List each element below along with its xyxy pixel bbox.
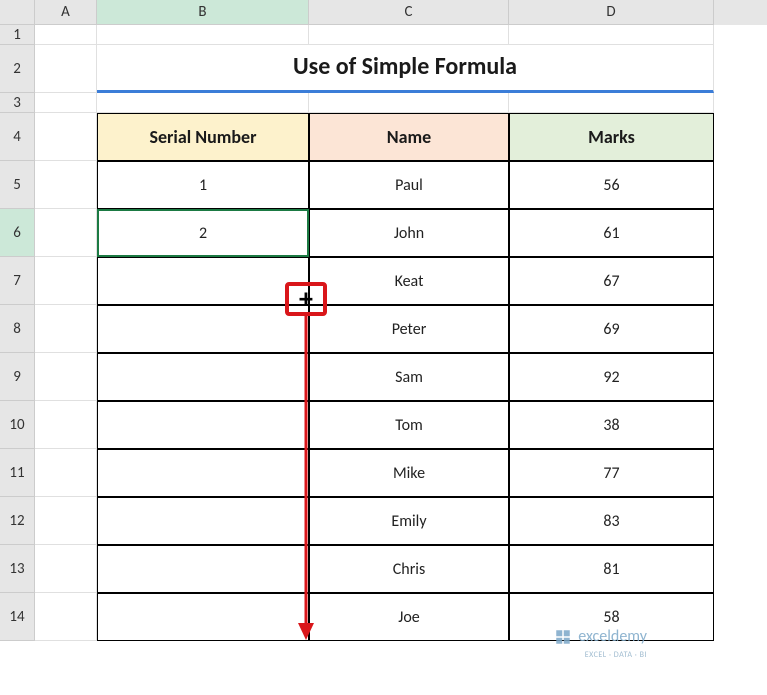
row-6: 6 2 John 61 xyxy=(0,209,767,257)
cell-B12[interactable] xyxy=(97,497,309,545)
row-header-3[interactable]: 3 xyxy=(0,93,35,113)
row-3: 3 xyxy=(0,93,767,113)
col-header-D[interactable]: D xyxy=(509,0,714,25)
row-1: 1 xyxy=(0,25,767,45)
fill-handle-highlight: + xyxy=(285,282,327,316)
cell-A12[interactable] xyxy=(35,497,97,545)
header-name[interactable]: Name xyxy=(309,113,509,161)
row-header-6[interactable]: 6 xyxy=(0,209,35,257)
row-header-2[interactable]: 2 xyxy=(0,45,35,93)
row-header-12[interactable]: 12 xyxy=(0,497,35,545)
cell-B8[interactable] xyxy=(97,305,309,353)
cell-D6[interactable]: 61 xyxy=(509,209,714,257)
row-11: 11 Mike 77 xyxy=(0,449,767,497)
cell-C8[interactable]: Peter xyxy=(309,305,509,353)
col-header-A[interactable]: A xyxy=(35,0,97,25)
cell-D3[interactable] xyxy=(509,93,714,113)
cell-B6-active[interactable]: 2 xyxy=(97,209,309,257)
cell-C1[interactable] xyxy=(309,25,509,45)
cell-D13[interactable]: 81 xyxy=(509,545,714,593)
row-8: 8 Peter 69 xyxy=(0,305,767,353)
cell-C7[interactable]: Keat xyxy=(309,257,509,305)
cell-A5[interactable] xyxy=(35,161,97,209)
cell-A14[interactable] xyxy=(35,593,97,641)
cell-C12[interactable]: Emily xyxy=(309,497,509,545)
cell-B5[interactable]: 1 xyxy=(97,161,309,209)
watermark-logo-icon xyxy=(554,628,572,646)
cell-D9[interactable]: 92 xyxy=(509,353,714,401)
cell-D11[interactable]: 77 xyxy=(509,449,714,497)
title-cell[interactable]: Use of Simple Formula xyxy=(97,45,714,93)
cell-A13[interactable] xyxy=(35,545,97,593)
watermark-text: exceldemy xyxy=(578,627,647,646)
cell-C5[interactable]: Paul xyxy=(309,161,509,209)
cell-A4[interactable] xyxy=(35,113,97,161)
cell-B13[interactable] xyxy=(97,545,309,593)
cell-B1[interactable] xyxy=(97,25,309,45)
cell-A7[interactable] xyxy=(35,257,97,305)
row-header-14[interactable]: 14 xyxy=(0,593,35,641)
row-13: 13 Chris 81 xyxy=(0,545,767,593)
cell-A1[interactable] xyxy=(35,25,97,45)
cell-B3[interactable] xyxy=(97,93,309,113)
cell-B9[interactable] xyxy=(97,353,309,401)
cell-C3[interactable] xyxy=(309,93,509,113)
row-header-13[interactable]: 13 xyxy=(0,545,35,593)
row-4: 4 Serial Number Name Marks xyxy=(0,113,767,161)
select-all-corner[interactable] xyxy=(0,0,35,25)
row-9: 9 Sam 92 xyxy=(0,353,767,401)
fill-cursor-icon[interactable]: + xyxy=(299,285,313,313)
row-12: 12 Emily 83 xyxy=(0,497,767,545)
cell-A6[interactable] xyxy=(35,209,97,257)
cell-C6[interactable]: John xyxy=(309,209,509,257)
row-header-8[interactable]: 8 xyxy=(0,305,35,353)
row-2: 2 Use of Simple Formula xyxy=(0,45,767,93)
cell-A10[interactable] xyxy=(35,401,97,449)
cell-C14[interactable]: Joe xyxy=(309,593,509,641)
cell-D5[interactable]: 56 xyxy=(509,161,714,209)
cell-B7[interactable] xyxy=(97,257,309,305)
cell-B11[interactable] xyxy=(97,449,309,497)
col-header-C[interactable]: C xyxy=(309,0,509,25)
row-header-7[interactable]: 7 xyxy=(0,257,35,305)
cell-D7[interactable]: 67 xyxy=(509,257,714,305)
cell-D12[interactable]: 83 xyxy=(509,497,714,545)
cell-D10[interactable]: 38 xyxy=(509,401,714,449)
cell-C9[interactable]: Sam xyxy=(309,353,509,401)
row-14: 14 Joe 58 xyxy=(0,593,767,641)
watermark-subtext: EXCEL · DATA · BI xyxy=(585,650,647,660)
cell-C11[interactable]: Mike xyxy=(309,449,509,497)
row-10: 10 Tom 38 xyxy=(0,401,767,449)
cell-A3[interactable] xyxy=(35,93,97,113)
row-header-1[interactable]: 1 xyxy=(0,25,35,45)
header-marks[interactable]: Marks xyxy=(509,113,714,161)
row-header-5[interactable]: 5 xyxy=(0,161,35,209)
cell-A9[interactable] xyxy=(35,353,97,401)
row-header-10[interactable]: 10 xyxy=(0,401,35,449)
spreadsheet-grid: A B C D 1 2 Use of Simple Formula 3 4 Se… xyxy=(0,0,767,641)
row-header-4[interactable]: 4 xyxy=(0,113,35,161)
row-7: 7 Keat 67 xyxy=(0,257,767,305)
cell-D8[interactable]: 69 xyxy=(509,305,714,353)
cell-A2[interactable] xyxy=(35,45,97,93)
row-header-11[interactable]: 11 xyxy=(0,449,35,497)
cell-B14[interactable] xyxy=(97,593,309,641)
cell-A8[interactable] xyxy=(35,305,97,353)
header-serial[interactable]: Serial Number xyxy=(97,113,309,161)
cell-A11[interactable] xyxy=(35,449,97,497)
cell-B10[interactable] xyxy=(97,401,309,449)
row-header-9[interactable]: 9 xyxy=(0,353,35,401)
cell-C10[interactable]: Tom xyxy=(309,401,509,449)
arrow-down-icon xyxy=(296,315,316,645)
column-headers: A B C D xyxy=(0,0,767,25)
cell-D1[interactable] xyxy=(509,25,714,45)
col-header-B[interactable]: B xyxy=(97,0,309,25)
cell-C13[interactable]: Chris xyxy=(309,545,509,593)
watermark: exceldemy xyxy=(554,627,647,646)
row-5: 5 1 Paul 56 xyxy=(0,161,767,209)
